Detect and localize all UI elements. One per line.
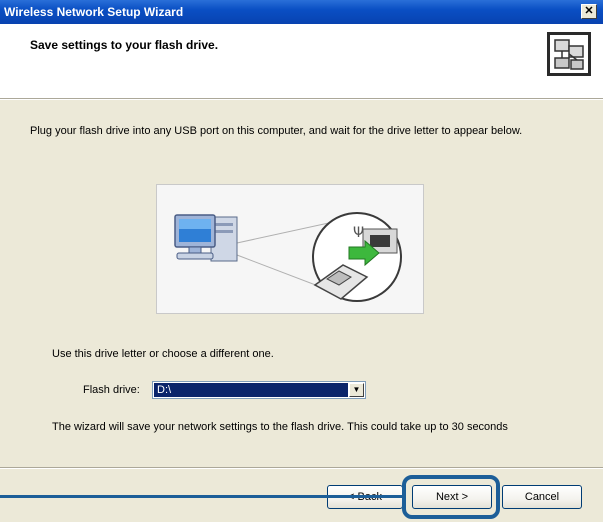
cancel-button[interactable]: Cancel (502, 485, 582, 509)
chevron-down-icon: ▼ (352, 385, 361, 394)
use-drive-text: Use this drive letter or choose a differ… (52, 348, 274, 360)
callout-line (0, 495, 402, 498)
close-icon: ✕ (584, 5, 594, 17)
next-button-highlight (402, 475, 500, 519)
page-title: Save settings to your flash drive. (30, 38, 219, 52)
wizard-info-text: The wizard will save your network settin… (52, 421, 508, 433)
footer-divider-light (0, 468, 603, 469)
svg-text:Ψ: Ψ (353, 225, 364, 241)
usb-illustration: Ψ (156, 184, 424, 314)
wizard-window: Wireless Network Setup Wizard ✕ Save set… (0, 0, 603, 522)
title-bar[interactable]: Wireless Network Setup Wizard ✕ (0, 0, 603, 25)
flash-drive-select[interactable]: D:\ ▼ (152, 381, 366, 399)
network-setup-icon (547, 32, 591, 76)
close-button[interactable]: ✕ (581, 4, 597, 19)
flash-drive-label: Flash drive: (83, 384, 140, 396)
dropdown-button[interactable]: ▼ (349, 383, 364, 397)
usb-flash-drive-icon: Ψ (312, 212, 402, 302)
intro-text: Plug your flash drive into any USB port … (30, 125, 523, 137)
computer-icon (174, 214, 238, 262)
wizard-content: Plug your flash drive into any USB port … (0, 100, 603, 460)
window-title: Wireless Network Setup Wizard (4, 5, 184, 19)
wizard-header: Save settings to your flash drive. (0, 24, 603, 99)
flash-drive-value: D:\ (154, 383, 348, 397)
